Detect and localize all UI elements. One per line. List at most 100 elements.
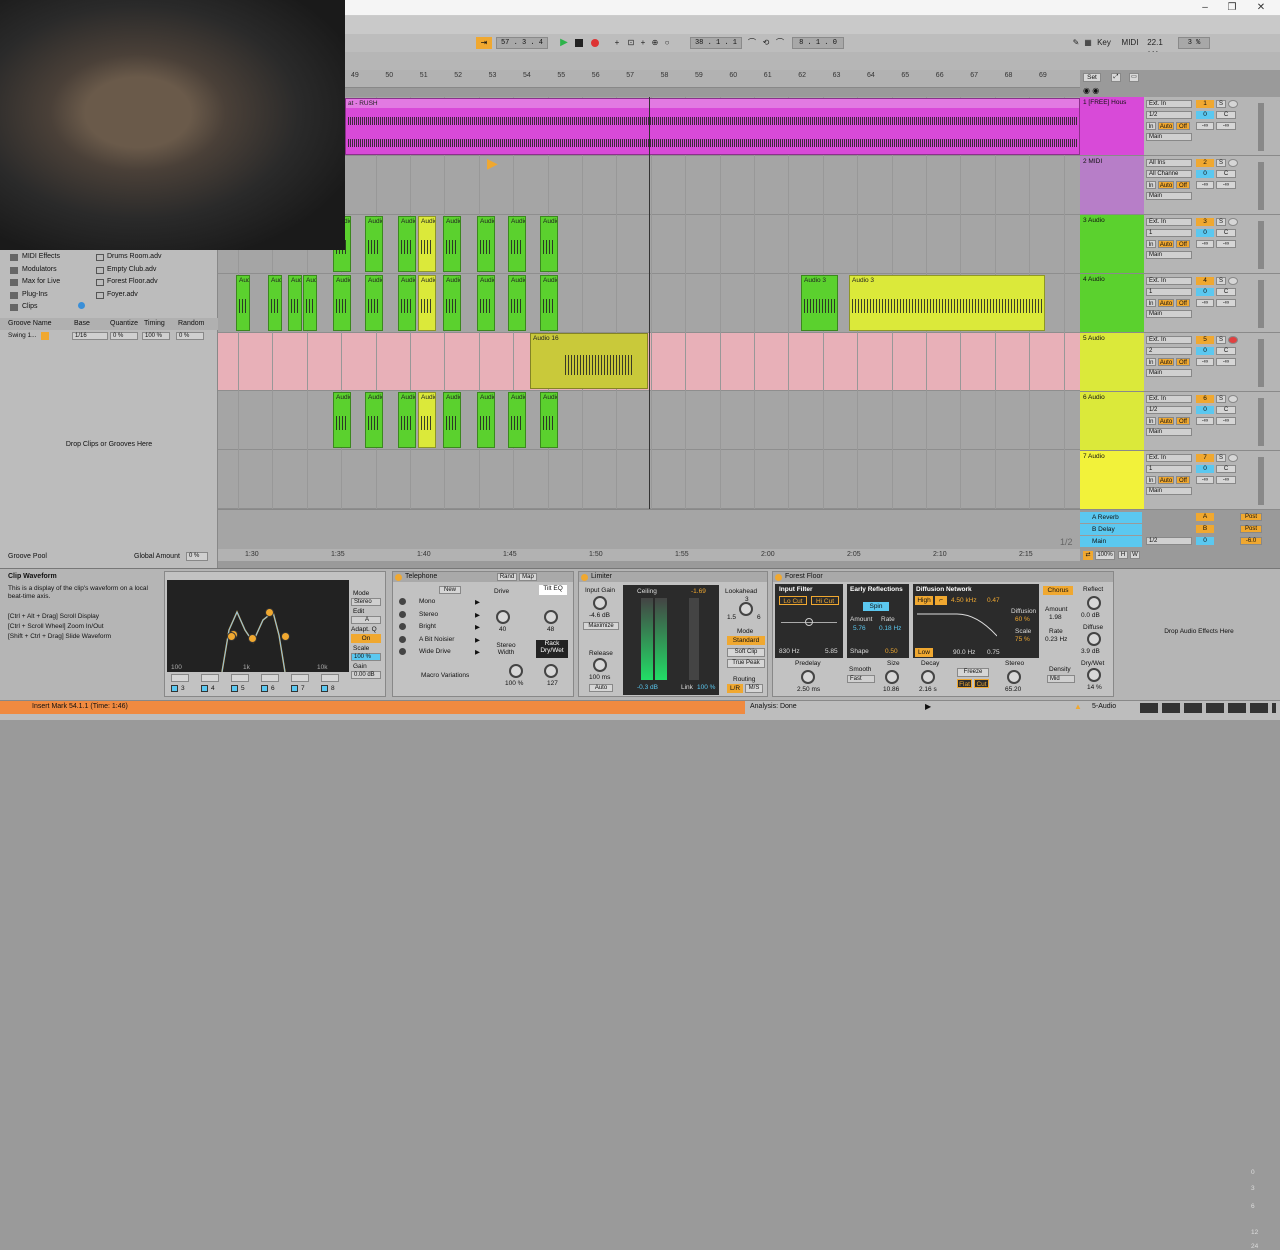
- macro-variation[interactable]: Mono: [419, 598, 435, 605]
- minimize-icon[interactable]: –: [1195, 0, 1215, 16]
- monitor-in[interactable]: In: [1146, 240, 1156, 248]
- clip-audio[interactable]: Audio: [418, 216, 436, 272]
- macro-variation[interactable]: Wide Drive: [419, 648, 451, 655]
- macro-variation[interactable]: Stereo: [419, 611, 438, 618]
- groove-hot-swap-icon[interactable]: [41, 332, 49, 340]
- pan-field[interactable]: C: [1216, 347, 1236, 355]
- track-name[interactable]: 7 Audio: [1080, 451, 1144, 509]
- global-amount-field[interactable]: 0 %: [186, 552, 208, 561]
- expand-icon[interactable]: ⤢: [1111, 73, 1121, 82]
- dry-wet-knob[interactable]: [1087, 668, 1101, 682]
- clip-audio3-b[interactable]: Audio 3: [849, 275, 1045, 331]
- eq-band-type[interactable]: [261, 674, 279, 682]
- pan-field[interactable]: C: [1216, 111, 1236, 119]
- flat-toggle[interactable]: Flat: [957, 679, 972, 688]
- track-activator[interactable]: 1: [1196, 100, 1214, 108]
- loop-switch-icon[interactable]: ⟲: [760, 37, 772, 49]
- groove-base[interactable]: 1/16: [72, 332, 108, 340]
- monitor-in[interactable]: In: [1146, 358, 1156, 366]
- return-track-name[interactable]: A Reverb: [1080, 512, 1142, 523]
- high-shelf-icon[interactable]: ⌐: [935, 596, 947, 605]
- send-b-field[interactable]: -∞: [1216, 299, 1236, 307]
- browser-file[interactable]: Drums Room.adv: [107, 253, 161, 260]
- monitor-off[interactable]: Off: [1176, 240, 1190, 248]
- arm-button[interactable]: [1228, 100, 1238, 108]
- lock-icon[interactable]: ▭: [1129, 73, 1139, 82]
- release-knob[interactable]: [593, 658, 607, 672]
- groove-random[interactable]: 0 %: [176, 332, 204, 340]
- clip-audio[interactable]: Audio: [477, 392, 495, 448]
- diffusion-curve[interactable]: [917, 608, 997, 640]
- send-a-field[interactable]: -∞: [1196, 240, 1214, 248]
- monitor-off[interactable]: Off: [1176, 358, 1190, 366]
- output-select[interactable]: Main: [1146, 369, 1192, 377]
- pan-field[interactable]: C: [1216, 465, 1236, 473]
- input-channel-select[interactable]: 1: [1146, 465, 1192, 473]
- input-type-select[interactable]: Ext. In: [1146, 336, 1192, 344]
- post-button[interactable]: Post: [1240, 525, 1262, 533]
- clip-audio3-a[interactable]: Audio 3: [801, 275, 838, 331]
- eq-adapt-toggle[interactable]: On: [351, 634, 381, 643]
- browser-file[interactable]: Forest Floor.adv: [107, 278, 158, 285]
- browser-category[interactable]: MIDI Effects: [22, 253, 60, 260]
- solo-button[interactable]: S: [1216, 277, 1226, 285]
- routing-ms[interactable]: M/S: [745, 684, 763, 693]
- rack-dry-wet-knob[interactable]: [544, 664, 558, 678]
- predelay-knob[interactable]: [801, 670, 815, 684]
- track-activator[interactable]: 3: [1196, 218, 1214, 226]
- rand-button[interactable]: Rand: [497, 573, 517, 581]
- monitor-auto[interactable]: Auto: [1158, 240, 1174, 248]
- send-b-field[interactable]: -∞: [1216, 358, 1236, 366]
- macro-variation[interactable]: Bright: [419, 623, 436, 630]
- monitor-in[interactable]: In: [1146, 181, 1156, 189]
- return-track-name[interactable]: B Delay: [1080, 524, 1142, 535]
- eq-band-toggle[interactable]: [231, 685, 238, 692]
- clip-audio[interactable]: Audio: [398, 275, 416, 331]
- width-button[interactable]: W: [1130, 551, 1140, 559]
- clip-audio[interactable]: Audio: [443, 216, 461, 272]
- eq-band-toggle[interactable]: [201, 685, 208, 692]
- loop-start-field[interactable]: 38 . 1 . 1: [690, 37, 742, 49]
- scroll-arrows-icon[interactable]: ◉ ◉: [1083, 86, 1099, 95]
- follow-icon[interactable]: ⇥: [476, 37, 492, 49]
- input-channel-select[interactable]: 1/2: [1146, 111, 1192, 119]
- arrangement-view[interactable]: at - RUSH Audio Audio Audio Audio Audio Audio…: [218, 97, 1080, 509]
- volume-field[interactable]: 0: [1196, 229, 1214, 237]
- eq-band-type[interactable]: [171, 674, 189, 682]
- smooth-select[interactable]: Fast: [847, 675, 875, 683]
- device-power-icon[interactable]: [581, 574, 588, 581]
- input-type-select[interactable]: All Ins: [1146, 159, 1192, 167]
- punch-in-icon[interactable]: ⌒: [746, 37, 758, 49]
- send-b-field[interactable]: -∞: [1216, 476, 1236, 484]
- stereo-knob[interactable]: [1007, 670, 1021, 684]
- monitor-off[interactable]: Off: [1176, 476, 1190, 484]
- low-toggle[interactable]: Low: [915, 648, 933, 657]
- routing-lr[interactable]: L/R: [727, 684, 743, 693]
- eq-gain-field[interactable]: 0.00 dB: [351, 671, 381, 679]
- eq-band-toggle[interactable]: [261, 685, 268, 692]
- chorus-toggle[interactable]: Chorus: [1043, 586, 1073, 595]
- track-activator[interactable]: 6: [1196, 395, 1214, 403]
- freeze-button[interactable]: Freeze: [957, 668, 989, 677]
- post-button[interactable]: -6.0: [1240, 537, 1262, 545]
- arm-button[interactable]: [1228, 454, 1238, 462]
- clip-audio16[interactable]: Audio 16: [530, 333, 648, 389]
- clip-audio[interactable]: Aud: [236, 275, 250, 331]
- monitor-auto[interactable]: Auto: [1158, 417, 1174, 425]
- lookahead-knob[interactable]: [739, 602, 753, 616]
- input-type-select[interactable]: Ext. In: [1146, 100, 1192, 108]
- eq-band-toggle[interactable]: [171, 685, 178, 692]
- output-select[interactable]: Main: [1146, 133, 1192, 141]
- mixer-overview[interactable]: [1140, 703, 1276, 713]
- eq-edit-button[interactable]: A: [351, 616, 381, 624]
- track-name[interactable]: 2 MIDI: [1080, 156, 1144, 214]
- send-b-field[interactable]: -∞: [1216, 240, 1236, 248]
- eq-band-toggle[interactable]: [291, 685, 298, 692]
- monitor-in[interactable]: In: [1146, 299, 1156, 307]
- output-select[interactable]: Main: [1146, 428, 1192, 436]
- input-channel-select[interactable]: 1: [1146, 288, 1192, 296]
- stop-icon[interactable]: [575, 39, 583, 47]
- browser-file[interactable]: Foyer.adv: [107, 291, 138, 298]
- hi-cut-toggle[interactable]: Hi Cut: [811, 596, 839, 605]
- send-a-field[interactable]: -∞: [1196, 476, 1214, 484]
